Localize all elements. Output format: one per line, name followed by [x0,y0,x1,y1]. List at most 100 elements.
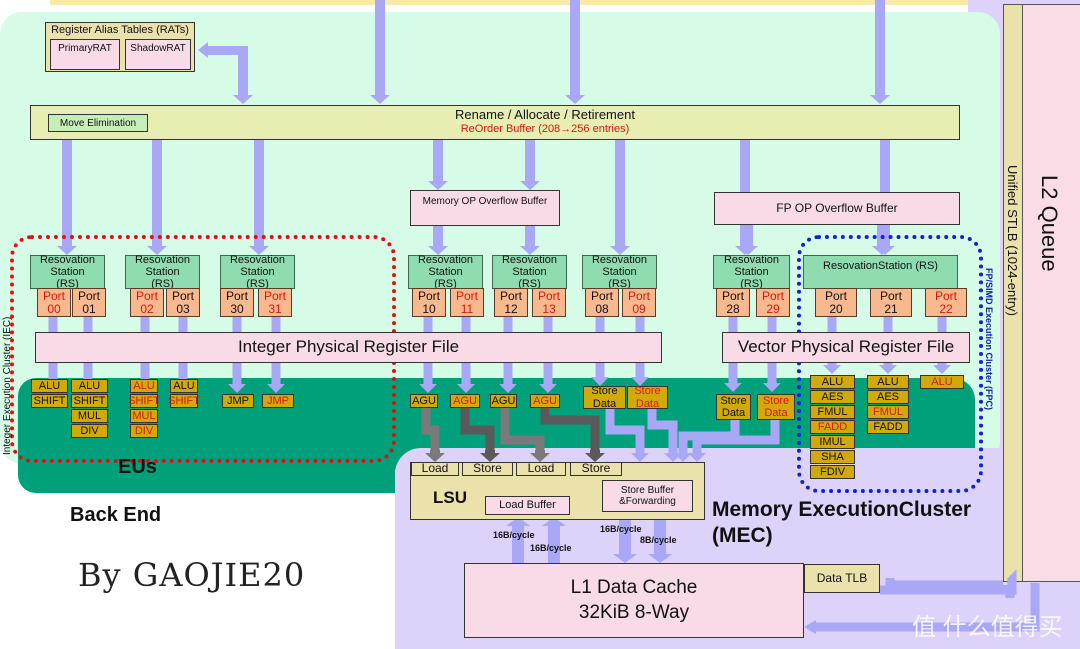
port-label: Port [590,288,613,303]
port-number: 12 [504,301,518,316]
port-00: Port 00 [37,288,71,317]
eu-alu: ALU [31,379,68,393]
back-end-label: Back End [70,504,162,526]
eu-imul: IMUL [810,435,855,449]
author-label: By GAOJIE20 [78,556,306,594]
eu-fmul: FMUL [810,405,855,419]
port-number: 21 [884,301,898,316]
eu-agu: AGU [450,394,480,408]
vector-physical-register-file: Vector Physical Register File [722,332,970,363]
arrow [542,517,566,563]
port-03: Port 03 [166,288,200,317]
arrow [520,140,540,190]
port-number: 00 [47,301,61,316]
eu-jmp: JMP [262,394,294,408]
watermark: 值 什么值得买 [912,614,1063,641]
port-10: Port 10 [412,288,446,317]
l1-size: 32KiB 8-Way [578,601,690,623]
l1-data-cache: L1 Data Cache 32KiB 8-Way [464,563,804,638]
rat-title: Register Alias Tables (RATs) [51,24,189,36]
reservation-station: Resovation Station (RS) [125,254,200,290]
port-09: Port 09 [622,288,656,317]
arrow [428,226,448,255]
reservation-station: Resovation Station (RS) [713,254,790,290]
port-label: Port [721,288,744,303]
port-20: Port 20 [815,288,857,317]
arrow [688,450,706,462]
fp-op-overflow-buffer: FP OP Overflow Buffer [714,192,960,225]
port-number: 09 [632,301,646,316]
rob-label: ReOrder Buffer (208→256 entries) [460,123,630,135]
bw-load-2: 16B/cycle [530,543,572,553]
arrow [565,0,585,104]
eu-store-data: Store Data [627,385,668,410]
eu-sha: SHA [810,450,855,464]
port-29: Port 29 [756,288,790,317]
port-number: 08 [595,301,609,316]
eu-div: DIV [130,424,158,438]
port-label: Port [225,288,248,303]
integer-physical-register-file: Integer Physical Register File [35,332,662,363]
port-number: 03 [176,301,190,316]
eu-alu: ALU [920,375,964,389]
reservation-station: Resovation Station (RS) [492,254,567,290]
port-label: Port [42,288,65,303]
arrow [610,140,630,255]
reservation-station: Resovation Station (RS) [408,254,483,290]
eu-store-data: Store Data [583,385,626,410]
port-21: Port 21 [870,288,912,317]
port-label: Port [934,288,957,303]
eu-alu: ALU [71,379,108,393]
eu-shift: SHIFT [128,394,160,408]
lsu-store-2: Store [570,462,622,476]
shadow-rat: ShadowRAT [125,39,191,70]
reservation-station: Resovation Station (RS) [582,254,657,290]
port-label: Port [499,288,522,303]
port-number: 28 [726,301,740,316]
eu-agu: AGU [490,394,517,408]
port-label: Port [77,288,100,303]
eu-mul: MUL [71,409,108,423]
rename-title: Rename / Allocate / Retirement [455,107,635,122]
eu-shift: SHIFT [168,394,200,408]
eu-fadd: FADD [810,420,855,434]
arrow [480,450,500,462]
port-13: Port 13 [532,288,566,317]
reservation-station: Resovation Station (RS) [220,254,295,290]
port-number: 31 [268,301,282,316]
agu-path [885,578,1003,590]
port-label: Port [417,288,440,303]
tlb-arrow-head [804,620,816,634]
port-22: Port 22 [925,288,967,317]
arrow [506,517,530,563]
port-label: Port [171,288,194,303]
mec-label: Memory ExecutionCluster (MEC) [712,498,972,548]
port-02: Port 02 [130,288,164,317]
arrow [585,450,605,462]
port-number: 01 [82,301,96,316]
port-label: Port [263,288,286,303]
port-label: Port [455,288,478,303]
eu-aes: AES [810,390,855,404]
port-08: Port 08 [585,288,619,317]
eu-shift: SHIFT [71,394,108,408]
arrow [425,450,445,462]
lsu-load-2: Load [516,462,566,476]
port-label: Port [627,288,650,303]
eu-div: DIV [71,424,108,438]
port-label: Port [761,288,784,303]
bw-store-1: 16B/cycle [600,524,642,534]
reservation-station: ResovationStation (RS) [803,255,958,289]
move-elimination: Move Elimination [48,114,148,132]
eu-alu: ALU [810,375,855,389]
port-label: Port [879,288,902,303]
agu-path [460,408,495,452]
port-label: Port [537,288,560,303]
eu-alu: ALU [867,375,909,389]
agu-path [540,408,600,452]
port-number: 10 [422,301,436,316]
eu-agu: AGU [530,394,560,408]
eu-store-data: Store Data [716,394,751,420]
data-tlb: Data TLB [804,564,880,593]
arrow [370,0,390,104]
